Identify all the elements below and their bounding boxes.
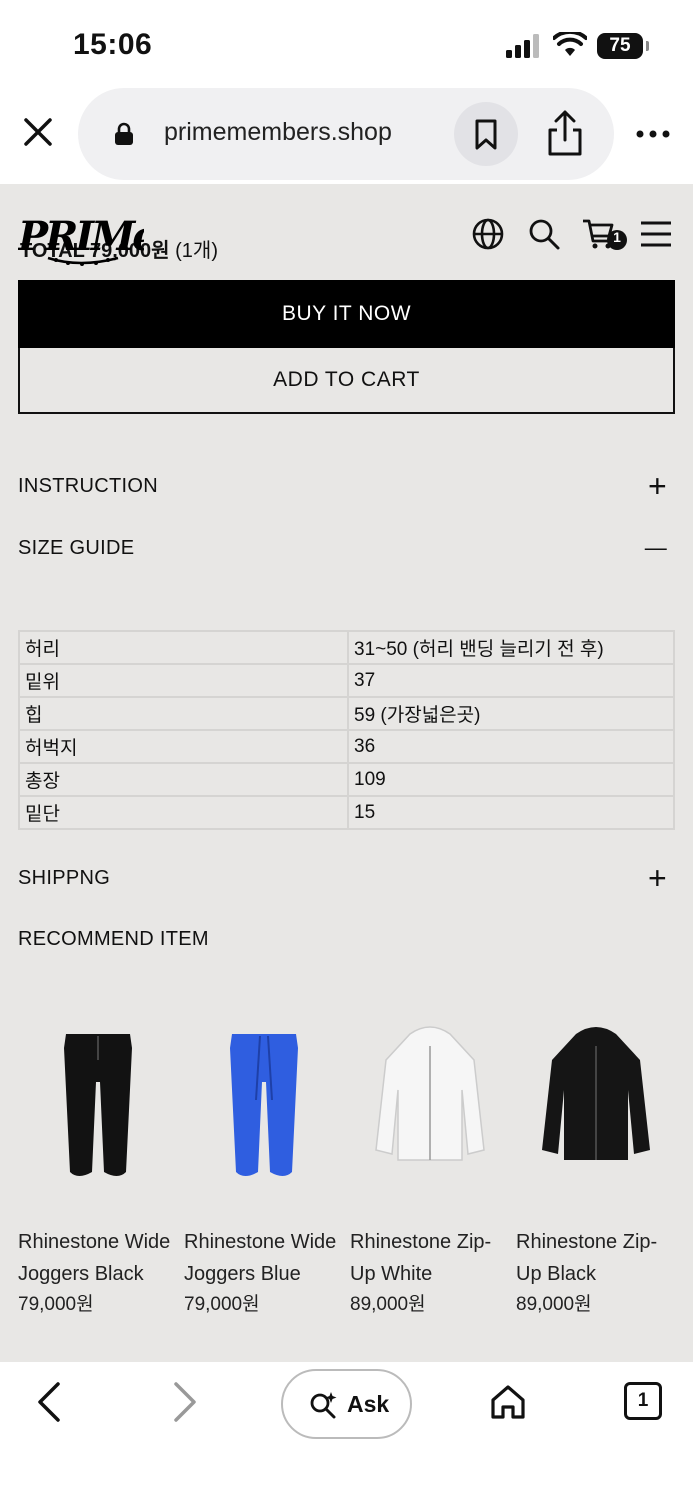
ask-button[interactable]: Ask: [281, 1369, 412, 1439]
product-name[interactable]: Rhinestone Wide Joggers Black: [18, 1226, 178, 1290]
size-value: 37: [347, 663, 675, 698]
size-value: 15: [347, 795, 675, 830]
product-price: 89,000원: [350, 1294, 426, 1315]
shipping-accordion[interactable]: SHIPPNG +: [18, 862, 675, 897]
size-label: 총장: [18, 762, 349, 797]
battery-icon: 75: [597, 33, 649, 59]
product-card[interactable]: Rhinestone Wide Joggers Black 79,000원: [18, 990, 178, 1320]
globe-icon[interactable]: [470, 216, 506, 252]
browser-address-row: primemembers.shop: [0, 88, 693, 184]
shipping-label: SHIPPNG: [18, 867, 111, 889]
product-name[interactable]: Rhinestone Wide Joggers Blue: [184, 1226, 344, 1290]
zip-hoodie-image[interactable]: [350, 990, 510, 1220]
table-row: 힙 59 (가장넓은곳): [18, 696, 675, 731]
address-bar[interactable]: primemembers.shop: [78, 88, 614, 180]
wifi-icon: [553, 32, 587, 56]
close-icon[interactable]: [18, 112, 58, 152]
bookmark-icon: [475, 119, 497, 150]
product-card[interactable]: Rhinestone Zip- Up White 89,000원: [350, 990, 510, 1320]
cart-count-badge: 1: [613, 229, 621, 245]
table-row: 밑위 37: [18, 663, 675, 698]
status-bar: 15:06 75: [0, 0, 693, 88]
size-guide-table: 허리 31~50 (허리 밴딩 늘리기 전 후) 밑위 37 힙 59 (가장넓은곳)…: [18, 630, 675, 830]
product-card[interactable]: Rhinestone Wide Joggers Blue 79,000원: [184, 990, 344, 1320]
share-icon[interactable]: [540, 102, 590, 166]
bookmark-button[interactable]: [454, 102, 518, 166]
collapse-minus-icon: —: [644, 535, 667, 560]
table-row: 허벅지 36: [18, 729, 675, 764]
size-value: 31~50 (허리 밴딩 늘리기 전 후): [347, 630, 675, 665]
product-name[interactable]: Rhinestone Zip- Up White: [350, 1226, 510, 1290]
prime-logo[interactable]: PRIMe: [18, 212, 144, 270]
forward-icon[interactable]: [164, 1380, 204, 1424]
size-guide-label: SIZE GUIDE: [18, 537, 135, 559]
recommend-label: RECOMMEND ITEM: [18, 928, 209, 950]
buy-it-now-button[interactable]: BUY IT NOW: [18, 280, 675, 348]
zip-hoodie-image[interactable]: [516, 990, 676, 1220]
jogger-pants-image[interactable]: [18, 990, 178, 1220]
jogger-pants-image[interactable]: [184, 990, 344, 1220]
product-price: 79,000원: [184, 1294, 260, 1315]
table-row: 총장 109: [18, 762, 675, 797]
back-icon[interactable]: [30, 1380, 70, 1424]
ask-label: Ask: [347, 1391, 390, 1417]
lock-icon: [115, 122, 133, 145]
search-icon[interactable]: [526, 216, 562, 252]
size-value: 109: [347, 762, 675, 797]
expand-plus-icon: +: [648, 468, 667, 504]
add-to-cart-button[interactable]: ADD TO CART: [18, 348, 675, 414]
instruction-label: INSTRUCTION: [18, 475, 158, 497]
cellular-signal-icon: [506, 34, 542, 58]
more-icon[interactable]: [636, 126, 670, 142]
size-value: 36: [347, 729, 675, 764]
status-time: 15:06: [73, 28, 153, 61]
sparkle-search-icon: [310, 1392, 337, 1419]
cart-button[interactable]: 1: [582, 216, 630, 252]
browser-toolbar: Ask 1: [0, 1362, 693, 1500]
table-row: 밑단 15: [18, 795, 675, 830]
size-label: 힙: [18, 696, 349, 731]
product-card[interactable]: Rhinestone Zip- Up Black 89,000원: [516, 990, 676, 1320]
product-name[interactable]: Rhinestone Zip- Up Black: [516, 1226, 676, 1290]
size-guide-accordion[interactable]: SIZE GUIDE —: [18, 535, 675, 567]
product-price: 79,000원: [18, 1294, 94, 1315]
size-label: 밑위: [18, 663, 349, 698]
expand-plus-icon: +: [648, 860, 667, 896]
instruction-accordion[interactable]: INSTRUCTION +: [18, 470, 675, 505]
total-count: (1개): [175, 240, 218, 262]
size-value: 59 (가장넓은곳): [347, 696, 675, 731]
home-icon[interactable]: [488, 1382, 528, 1422]
product-price: 89,000원: [516, 1294, 592, 1315]
tabs-button[interactable]: 1: [624, 1382, 662, 1420]
url-text[interactable]: primemembers.shop: [164, 118, 392, 147]
size-label: 허벅지: [18, 729, 349, 764]
size-label: 허리: [18, 630, 349, 665]
recommend-heading: RECOMMEND ITEM: [18, 928, 675, 958]
hamburger-menu-icon[interactable]: [638, 216, 674, 252]
size-label: 밑단: [18, 795, 349, 830]
svg-text:PRIMe: PRIMe: [18, 213, 144, 260]
table-row: 허리 31~50 (허리 밴딩 늘리기 전 후): [18, 630, 675, 665]
